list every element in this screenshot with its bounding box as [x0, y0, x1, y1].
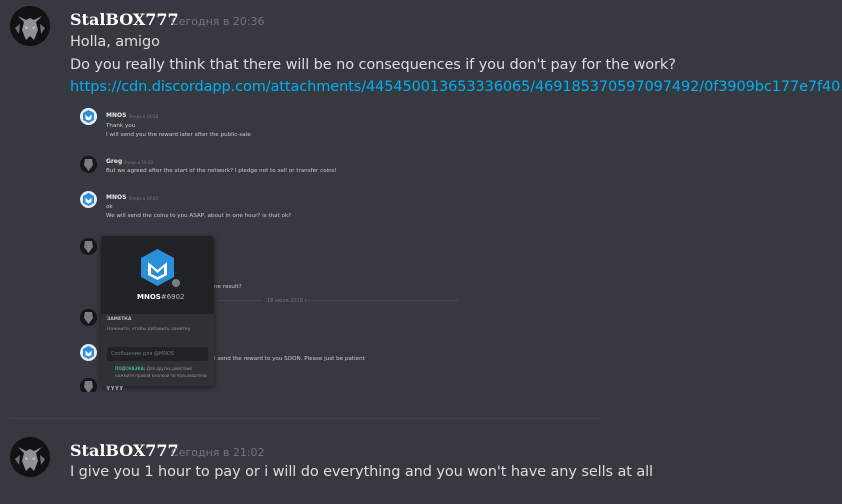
- date-divider-line: [218, 300, 262, 301]
- message-line: ne result?: [214, 284, 242, 290]
- attachment-image[interactable]: MNOS Вчера в 19:18 Thank you I will send…: [70, 104, 470, 392]
- message-line: ok: [106, 204, 113, 210]
- attachment-link[interactable]: https://cdn.discordapp.com/attachments/4…: [70, 79, 842, 95]
- avatar: [80, 238, 97, 255]
- message-timestamp: Сегодня в 20:36: [171, 15, 265, 28]
- tip-label: ПОДСКАЗКА:: [115, 366, 146, 371]
- profile-popup: MNOS#6902 ЗАМЕТКА Нажмите, чтобы добавит…: [101, 236, 214, 386]
- date-divider: 18 июля 2018 г.: [267, 298, 309, 304]
- message-timestamp: Вчера в 19:18: [129, 114, 158, 119]
- avatar[interactable]: [10, 437, 50, 477]
- message-divider: [10, 418, 600, 419]
- avatar: [80, 378, 97, 392]
- note-field[interactable]: Нажмите, чтобы добавить заметку: [107, 327, 191, 332]
- message-line: Thank you: [106, 123, 136, 129]
- avatar: [80, 344, 97, 361]
- message-line: I will send you the reward later after t…: [106, 132, 251, 138]
- note-label: ЗАМЕТКА: [107, 317, 132, 322]
- message-author: Greg: [106, 158, 123, 165]
- message-input[interactable]: Сообщение для @MNOS: [107, 347, 208, 361]
- message-author: YYYY: [106, 385, 124, 392]
- message-author[interactable]: StalBOX777: [70, 10, 179, 29]
- avatar: [80, 309, 97, 326]
- avatar: [80, 156, 97, 173]
- message-timestamp: Вчера в 19:20: [124, 160, 153, 165]
- popup-username: MNOS#6902: [137, 293, 185, 301]
- message-author: MNOS: [106, 112, 127, 119]
- message-line: Holla, amigo: [70, 34, 160, 50]
- message-input-placeholder: Сообщение для @MNOS: [111, 351, 175, 357]
- date-divider-line: [308, 300, 458, 301]
- popup-tip-line: нажмите правой кнопкой по пользователю: [115, 373, 207, 378]
- message-timestamp: Сегодня в 21:02: [171, 446, 265, 459]
- message-line: l send the reward to you SOON. Please ju…: [214, 356, 365, 362]
- status-indicator: [170, 277, 182, 289]
- username: MNOS: [137, 293, 161, 301]
- message-author: MNOS: [106, 194, 127, 201]
- popup-tip: ПОДСКАЗКА: Для других действий: [115, 366, 192, 371]
- message-author[interactable]: StalBOX777: [70, 441, 179, 460]
- message-line: Do you really think that there will be n…: [70, 57, 676, 73]
- message-timestamp: Вчера в 19:20: [129, 196, 158, 201]
- message-line: We will send the coins to you ASAP, abou…: [106, 213, 292, 219]
- avatar: [80, 191, 97, 208]
- tip-text: Для других действий: [146, 366, 192, 371]
- message-line: I give you 1 hour to pay or i will do ev…: [70, 464, 653, 480]
- avatar[interactable]: [10, 6, 50, 46]
- discriminator: #6902: [160, 293, 185, 301]
- message-line: But we agreed after the start of the net…: [106, 168, 337, 174]
- avatar: [80, 108, 97, 125]
